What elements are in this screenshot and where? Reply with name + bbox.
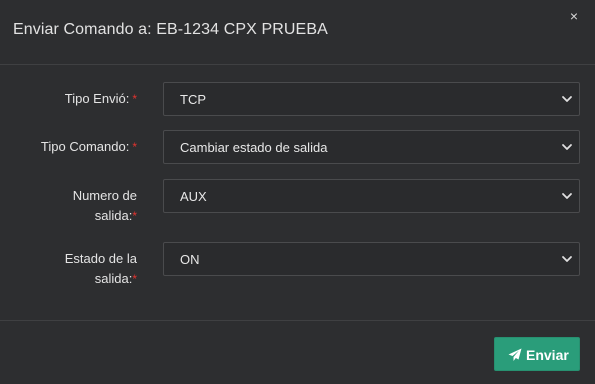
required-mark: *	[132, 209, 137, 223]
chevron-down-icon	[562, 144, 572, 150]
close-button[interactable]: ×	[566, 7, 582, 25]
send-button[interactable]: Enviar	[494, 337, 580, 371]
required-mark: *	[132, 92, 137, 106]
numero-salida-value: AUX	[180, 189, 207, 204]
estado-salida-label-line2-wrap: salida:*	[7, 269, 137, 289]
estado-salida-select[interactable]: ON	[163, 242, 580, 276]
tipo-envio-label: Tipo Envió: *	[7, 89, 137, 109]
paper-plane-icon	[508, 348, 522, 361]
modal-footer: Enviar	[0, 320, 595, 384]
estado-salida-value: ON	[180, 252, 200, 267]
estado-salida-label-line1: Estado de la	[64, 251, 137, 266]
send-command-modal: Enviar Comando a: EB-1234 CPX PRUEBA × T…	[0, 0, 595, 384]
required-mark: *	[132, 272, 137, 286]
close-icon: ×	[569, 8, 579, 24]
estado-salida-label: Estado de la salida:*	[7, 249, 137, 289]
modal-title: Enviar Comando a: EB-1234 CPX PRUEBA	[13, 21, 328, 38]
tipo-comando-label: Tipo Comando: *	[7, 137, 137, 157]
required-mark: *	[132, 140, 137, 154]
tipo-comando-label-text: Tipo Comando:	[40, 139, 130, 154]
chevron-down-icon	[562, 193, 572, 199]
send-button-label: Enviar	[526, 347, 569, 363]
numero-salida-label: Numero de salida:*	[7, 186, 137, 226]
chevron-down-icon	[562, 256, 572, 262]
tipo-envio-value: TCP	[180, 92, 206, 107]
chevron-down-icon	[562, 96, 572, 102]
estado-salida-label-line2: salida:	[94, 271, 133, 286]
numero-salida-select[interactable]: AUX	[163, 179, 580, 213]
tipo-envio-select[interactable]: TCP	[163, 82, 580, 116]
numero-salida-label-line1: Numero de	[72, 188, 137, 203]
numero-salida-label-line2-wrap: salida:*	[7, 206, 137, 226]
numero-salida-label-line2: salida:	[94, 208, 133, 223]
tipo-envio-label-text: Tipo Envió:	[64, 91, 130, 106]
tipo-comando-select[interactable]: Cambiar estado de salida	[163, 130, 580, 164]
modal-header: Enviar Comando a: EB-1234 CPX PRUEBA ×	[0, 0, 595, 65]
tipo-comando-value: Cambiar estado de salida	[180, 140, 328, 155]
